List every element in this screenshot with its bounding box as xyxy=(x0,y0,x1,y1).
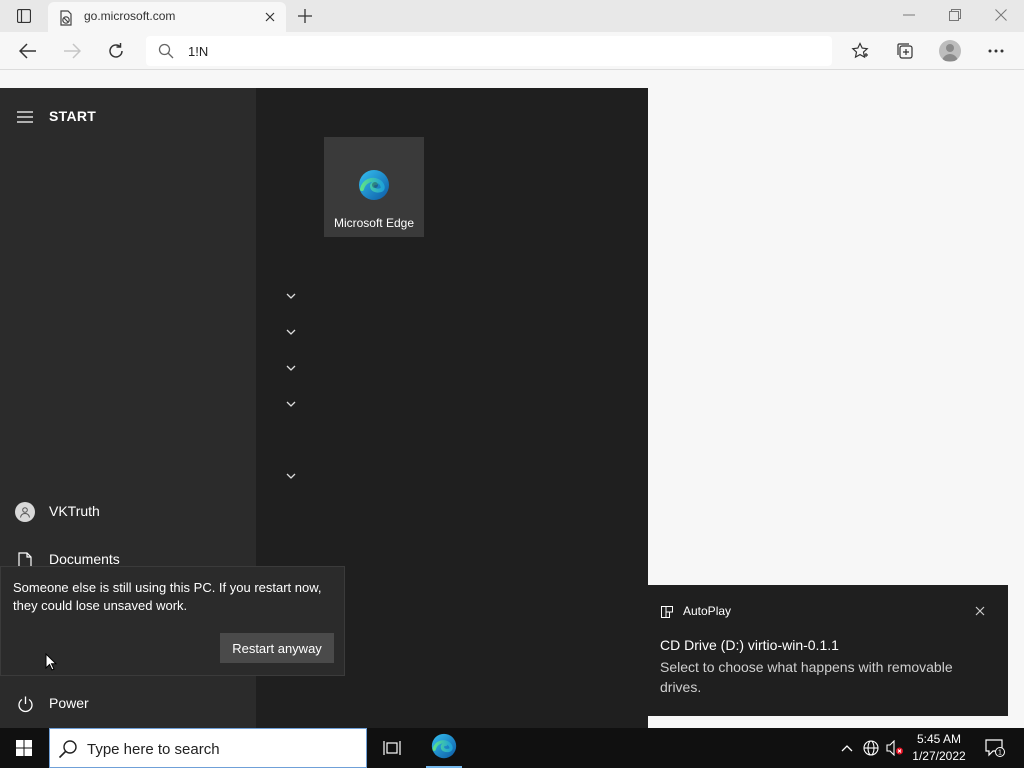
notification-count: 1 xyxy=(998,750,1002,757)
clock-date: 1/27/2022 xyxy=(912,749,966,763)
toast-app-name: AutoPlay xyxy=(683,604,732,618)
taskbar-edge-button[interactable] xyxy=(424,728,464,768)
start-item-user[interactable]: VKTruth xyxy=(0,492,256,532)
tile-label: Microsoft Edge xyxy=(333,216,415,230)
taskbar-search-box[interactable] xyxy=(49,728,367,768)
taskbar-clock[interactable]: 5:45 AM 1/27/2022 xyxy=(906,731,972,765)
tab-title: go.microsoft.com xyxy=(84,9,176,23)
taskbar-search-input[interactable] xyxy=(87,739,357,759)
favorites-icon[interactable] xyxy=(848,40,872,62)
page-favicon xyxy=(58,10,74,26)
user-icon xyxy=(15,502,35,522)
search-icon xyxy=(158,43,174,64)
start-item-power[interactable]: Power xyxy=(0,684,256,724)
chevron-down-icon[interactable] xyxy=(286,287,300,299)
profile-icon[interactable] xyxy=(939,40,961,62)
task-view-icon[interactable] xyxy=(376,728,408,768)
address-input[interactable] xyxy=(188,41,788,61)
restart-anyway-button[interactable]: Restart anyway xyxy=(220,633,334,663)
network-icon[interactable] xyxy=(860,728,882,768)
search-icon xyxy=(58,739,78,764)
start-item-power-label: Power xyxy=(49,695,89,711)
volume-muted-icon[interactable] xyxy=(884,728,906,768)
minimize-icon[interactable] xyxy=(894,5,924,25)
clock-time: 5:45 AM xyxy=(916,732,962,746)
close-icon[interactable] xyxy=(986,5,1016,25)
toast-title: CD Drive (D:) virtio-win-0.1.1 xyxy=(660,637,839,653)
chevron-up-icon[interactable] xyxy=(838,728,856,768)
refresh-icon[interactable] xyxy=(104,40,128,62)
collections-icon[interactable] xyxy=(893,40,917,62)
autoplay-toast[interactable]: AutoPlay CD Drive (D:) virtio-win-0.1.1 … xyxy=(648,585,1008,716)
browser-tab-strip: go.microsoft.com xyxy=(0,0,1024,32)
start-item-user-label: VKTruth xyxy=(49,503,100,519)
address-bar[interactable] xyxy=(146,36,832,66)
chevron-down-icon[interactable] xyxy=(286,395,300,407)
chevron-down-icon[interactable] xyxy=(286,323,300,335)
forward-icon[interactable] xyxy=(60,40,84,62)
plus-icon[interactable] xyxy=(294,6,316,26)
tile-microsoft-edge[interactable]: Microsoft Edge xyxy=(324,137,424,237)
edge-icon xyxy=(358,169,390,201)
toast-body: Select to choose what happens with remov… xyxy=(660,659,953,695)
chevron-down-icon[interactable] xyxy=(286,467,300,479)
taskbar: 5:45 AM 1/27/2022 1 xyxy=(0,728,1024,768)
start-title: START xyxy=(49,108,97,124)
chevron-down-icon[interactable] xyxy=(286,359,300,371)
restore-icon[interactable] xyxy=(940,5,970,25)
hamburger-icon[interactable] xyxy=(16,110,34,124)
notification-icon[interactable]: 1 xyxy=(980,728,1010,768)
close-icon[interactable] xyxy=(972,603,988,619)
restart-warning-message: Someone else is still using this PC. If … xyxy=(13,580,322,613)
mouse-cursor-icon xyxy=(45,652,58,676)
autoplay-icon xyxy=(661,605,673,623)
edge-icon xyxy=(431,733,457,764)
close-icon[interactable] xyxy=(262,9,278,25)
browser-toolbar xyxy=(0,32,1024,70)
browser-tab[interactable]: go.microsoft.com xyxy=(48,2,286,32)
tab-actions-icon[interactable] xyxy=(12,6,36,26)
more-icon[interactable] xyxy=(984,40,1008,62)
back-icon[interactable] xyxy=(16,40,40,62)
windows-logo-icon[interactable] xyxy=(0,728,48,768)
start-item-documents-label: Documents xyxy=(49,551,120,567)
power-icon xyxy=(15,694,35,714)
